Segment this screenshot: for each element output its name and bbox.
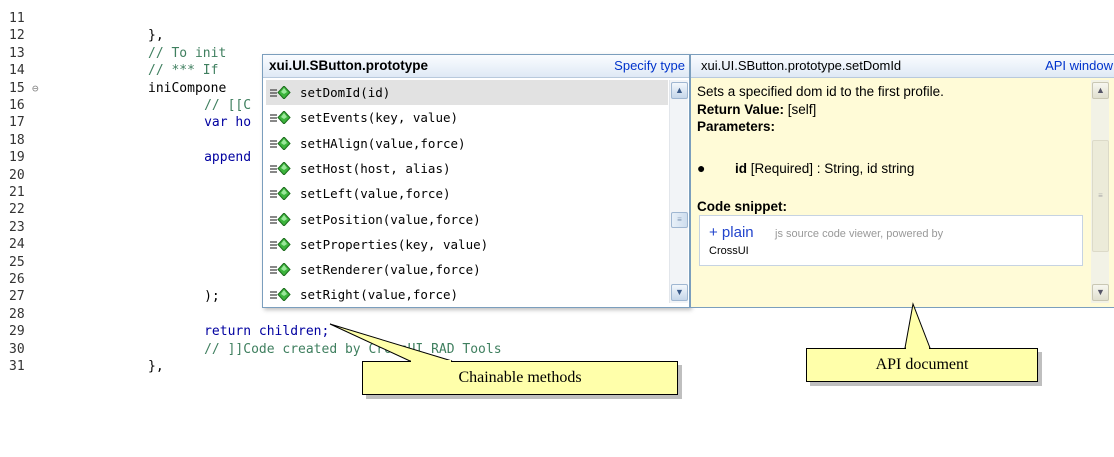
- chevron-down-icon[interactable]: ▼: [1092, 284, 1109, 301]
- param-detail: [Required] : String, id string: [747, 161, 915, 176]
- method-label: setProperties(key, value): [300, 236, 489, 252]
- method-list-item[interactable]: setPosition(value,force): [266, 207, 668, 232]
- line-number: 14: [9, 63, 25, 79]
- green-diamond-method-icon: [270, 212, 291, 226]
- method-label: setRenderer(value,force): [300, 262, 481, 278]
- method-list-item[interactable]: setEvents(key, value): [266, 105, 668, 130]
- method-label: setLeft(value,force): [300, 186, 451, 202]
- line-number: 17: [9, 115, 25, 131]
- chevron-down-icon[interactable]: ▼: [671, 284, 688, 301]
- line-number: 31: [9, 359, 25, 374]
- chevron-up-icon[interactable]: ▲: [671, 82, 688, 99]
- code-text: // [[C: [172, 98, 252, 113]
- api-scrollbar-thumb[interactable]: ≡: [1092, 140, 1109, 252]
- line-number: 24: [9, 237, 25, 253]
- code-line[interactable]: 11: [0, 10, 1114, 27]
- line-number: 23: [9, 219, 25, 235]
- chevron-up-icon[interactable]: ▲: [1092, 82, 1109, 99]
- method-label: setHAlign(value,force): [300, 135, 466, 151]
- snippet-box: + plain js source code viewer, powered b…: [699, 215, 1083, 266]
- api-doc-panel: xui.UI.SButton.prototype.setDomId API wi…: [690, 54, 1114, 308]
- fold-collapse-icon[interactable]: ⊖: [32, 80, 39, 97]
- green-diamond-method-icon: [270, 161, 291, 175]
- api-scrollbar[interactable]: ▲ ≡ ▼: [1091, 80, 1109, 303]
- method-list-item[interactable]: setLeft(value,force): [266, 181, 668, 206]
- api-header: xui.UI.SButton.prototype.setDomId API wi…: [691, 55, 1114, 78]
- code-line[interactable]: 29 return children;: [0, 323, 1114, 340]
- specify-type-link[interactable]: Specify type: [614, 58, 685, 73]
- method-list-item[interactable]: setRenderer(value,force): [266, 257, 668, 282]
- api-description: Sets a specified dom id to the first pro…: [697, 84, 944, 99]
- code-text: },: [148, 28, 164, 44]
- scrollbar-thumb[interactable]: ≡: [671, 212, 688, 228]
- code-line[interactable]: 12},: [0, 27, 1114, 44]
- api-param: ● id [Required] : String, id string: [697, 160, 915, 176]
- line-number: 27: [9, 289, 25, 305]
- green-diamond-method-icon: [270, 111, 291, 125]
- code-text: // ]]Code created by CrossUI RAD Tools: [172, 341, 502, 357]
- green-diamond-method-icon: [270, 86, 291, 99]
- api-document-callout: API document: [806, 348, 1038, 382]
- line-number: 16: [9, 98, 25, 113]
- method-label: setHost(host, alias): [300, 160, 451, 176]
- autocomplete-scrollbar[interactable]: ▲ ≡ ▼: [669, 80, 688, 303]
- line-number: 19: [9, 150, 25, 166]
- code-line[interactable]: 28: [0, 306, 1114, 323]
- code-text: append: [172, 150, 252, 166]
- snippet-label: Code snippet:: [697, 199, 787, 214]
- autocomplete-popup: xui.UI.SButton.prototype Specify type se…: [262, 54, 690, 308]
- code-text: var ho: [172, 115, 252, 131]
- method-label: setDomId(id): [300, 85, 391, 100]
- line-number: 22: [9, 202, 25, 218]
- return-value: [self]: [784, 102, 817, 117]
- code-text: return children;: [172, 324, 330, 340]
- plain-toggle-link[interactable]: + plain: [709, 224, 754, 241]
- api-title: xui.UI.SButton.prototype.setDomId: [701, 58, 902, 73]
- bullet-icon: ●: [697, 160, 706, 176]
- method-list-item[interactable]: setHAlign(value,force): [266, 131, 668, 156]
- line-number: 20: [9, 167, 25, 183]
- line-number: 12: [9, 28, 25, 44]
- api-return: Return Value: [self]: [697, 102, 816, 117]
- line-number: 21: [9, 185, 25, 200]
- chainable-methods-callout: Chainable methods: [362, 361, 678, 395]
- green-diamond-method-icon: [270, 187, 291, 201]
- line-number: 11: [9, 11, 25, 26]
- method-label: setPosition(value,force): [300, 211, 481, 227]
- green-diamond-method-icon: [270, 136, 291, 150]
- line-number: 28: [9, 306, 25, 322]
- code-text: );: [172, 289, 220, 305]
- code-text: // *** If: [148, 63, 219, 79]
- code-text: iniCompone: [148, 80, 227, 96]
- method-list-item[interactable]: setProperties(key, value): [266, 232, 668, 257]
- method-list-item[interactable]: setRight(value,force): [266, 282, 668, 307]
- autocomplete-title: xui.UI.SButton.prototype: [269, 58, 428, 73]
- api-params-label: Parameters:: [697, 119, 776, 134]
- method-label: setEvents(key, value): [300, 110, 459, 126]
- return-label: Return Value:: [697, 102, 785, 117]
- method-label: setRight(value,force): [300, 287, 459, 303]
- line-number: 15: [9, 80, 25, 96]
- green-diamond-method-icon: [270, 237, 291, 251]
- snippet-brand: CrossUI: [709, 245, 749, 257]
- method-list-item[interactable]: setDomId(id): [266, 80, 668, 105]
- autocomplete-header: xui.UI.SButton.prototype Specify type: [263, 55, 689, 78]
- snippet-note: js source code viewer, powered by: [775, 228, 944, 240]
- line-number: 30: [9, 341, 25, 357]
- method-list-item[interactable]: setHost(host, alias): [266, 156, 668, 181]
- line-number: 18: [9, 132, 25, 148]
- api-window-link[interactable]: API window: [1045, 58, 1113, 73]
- line-number: 26: [9, 272, 25, 287]
- green-diamond-method-icon: [270, 288, 291, 302]
- code-text: // To init: [148, 45, 227, 61]
- line-number: 29: [9, 324, 25, 340]
- line-number: 25: [9, 254, 25, 270]
- line-number: 13: [9, 45, 25, 61]
- green-diamond-method-icon: [270, 263, 291, 277]
- param-name: id: [735, 161, 747, 176]
- code-text: },: [148, 359, 164, 374]
